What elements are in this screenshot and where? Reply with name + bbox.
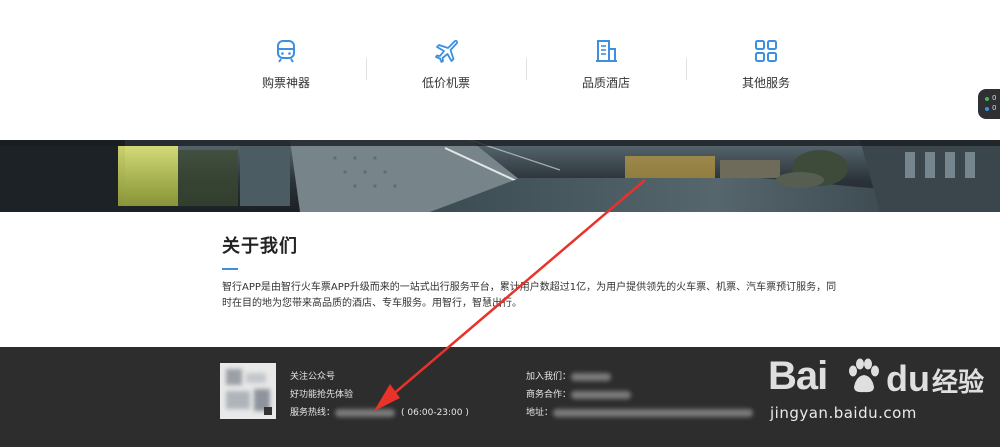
hero-banner-image (0, 140, 1000, 212)
about-description: 智行APP是由智行火车票APP升级而来的一站式出行服务平台，累计用户数超过1亿，… (222, 282, 837, 309)
status-dot-icon (985, 97, 989, 101)
nav-item-label: 低价机票 (421, 76, 470, 90)
hotline-hours: ( 06:00-23:00 ) (401, 408, 469, 418)
nav-item-flights[interactable]: 低价机票 (386, 38, 506, 91)
nav-item-label: 品质酒店 (581, 76, 630, 90)
redacted-phone (335, 408, 396, 417)
hotline-label: 服务热线： (290, 408, 336, 418)
watermark-url: jingyan.baidu.com (770, 404, 917, 422)
nav-divider (366, 58, 367, 80)
join-us-label: 加入我们： (526, 372, 572, 382)
address-label: 地址： (526, 408, 554, 418)
qr-code-image (220, 363, 276, 419)
grid-apps-icon (755, 40, 777, 62)
footer-slogan: 好功能抢先体验 (290, 390, 354, 400)
watermark-text: 经验 (932, 368, 985, 398)
redacted-text (571, 390, 632, 399)
nav-divider (686, 58, 687, 80)
nav-divider (526, 58, 527, 80)
service-nav: 购票神器 低价机票 品质酒店 其他服务 0 0 (0, 0, 1000, 140)
join-us-row[interactable]: 加入我们： (526, 369, 612, 382)
follow-wechat-text: 关注公众号 (290, 372, 336, 382)
baidu-paw-icon (849, 358, 879, 393)
address-row: 地址： (526, 405, 754, 418)
train-icon (277, 40, 295, 63)
watermark-text: Bai (768, 354, 828, 398)
business-label: 商务合作： (526, 390, 572, 400)
side-float-widget[interactable]: 0 0 (978, 89, 1000, 119)
redacted-text (553, 408, 754, 417)
status-dot-icon (985, 107, 989, 111)
hotel-building-icon (596, 40, 617, 62)
baidu-jingyan-watermark: Bai du 经验 jingyan.baidu.com (768, 354, 998, 422)
hotline-row: 服务热线： ( 06:00-23:00 ) (290, 405, 469, 418)
airplane-icon (435, 40, 458, 63)
watermark-text: du (886, 358, 930, 399)
nav-item-tickets[interactable]: 购票神器 (226, 38, 346, 91)
redacted-text (571, 372, 612, 381)
section-title: 关于我们 (222, 236, 298, 257)
about-section: 关于我们 智行APP是由智行火车票APP升级而来的一站式出行服务平台，累计用户数… (222, 232, 842, 312)
title-underline (222, 268, 238, 270)
side-widget-text: 0 (992, 94, 997, 102)
business-row[interactable]: 商务合作： (526, 387, 632, 400)
nav-item-label: 购票神器 (261, 76, 310, 90)
nav-item-other-services[interactable]: 其他服务 (706, 38, 826, 91)
nav-item-label: 其他服务 (741, 76, 790, 90)
nav-item-hotels[interactable]: 品质酒店 (546, 38, 666, 91)
side-widget-text: 0 (992, 104, 997, 112)
